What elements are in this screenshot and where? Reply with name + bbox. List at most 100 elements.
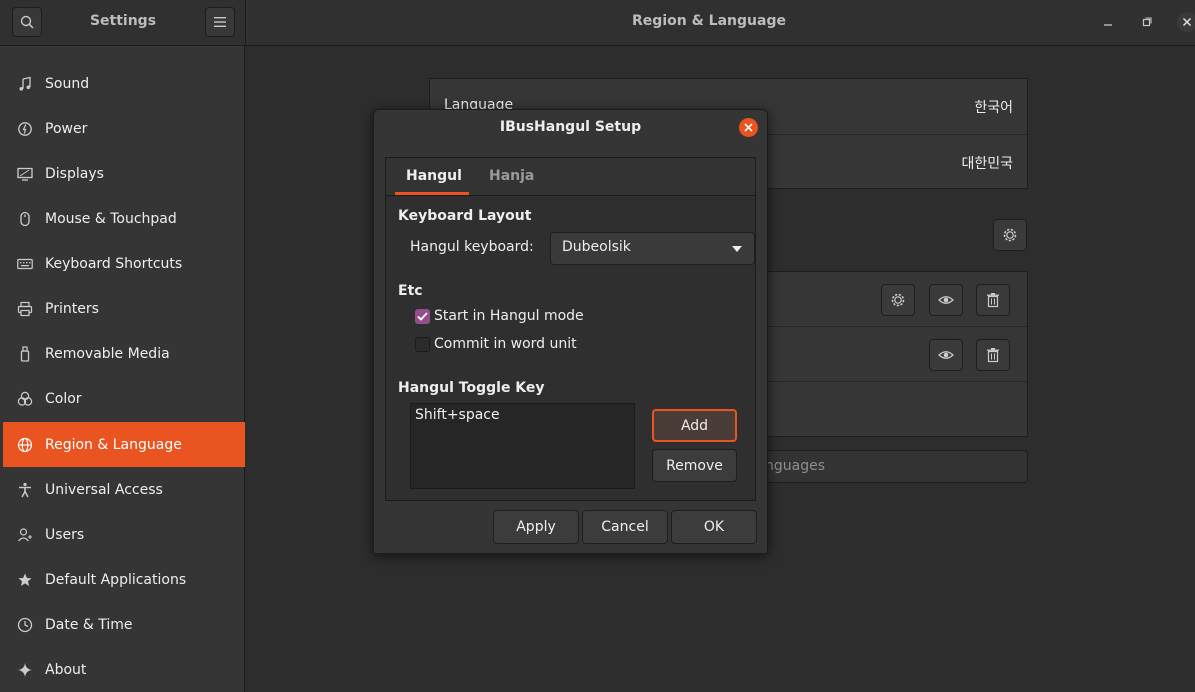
dialog-title: IBusHangul Setup [499,119,642,135]
hangul-toggle-key-heading: Hangul Toggle Key [398,380,545,396]
input-source-remove-button[interactable] [976,339,1010,371]
sidebar-item-default-applications[interactable]: Default Applications [3,557,245,602]
sidebar-item-label: Removable Media [45,345,170,362]
close-window-button[interactable] [1177,12,1195,32]
remove-toggle-key-button[interactable]: Remove [652,449,737,482]
sidebar-item-label: Displays [45,165,104,182]
hangul-keyboard-label: Hangul keyboard: [410,239,534,255]
start-in-hangul-mode-checkbox[interactable] [415,309,430,324]
sidebar-item-label: Universal Access [45,481,163,498]
search-button[interactable] [12,7,42,37]
input-source-preview-button[interactable] [929,339,963,371]
header-bar: Settings Region & Language [0,0,1195,46]
printer-icon [17,301,33,317]
sidebar-item-label: Date & Time [45,616,133,633]
trash-icon [987,348,999,363]
users-icon [17,527,33,543]
globe-icon [17,437,33,453]
ok-button[interactable]: OK [671,510,757,544]
sidebar-item-sound[interactable]: Sound [3,61,245,106]
sidebar-item-label: Mouse & Touchpad [45,210,177,227]
keyboard-icon [17,256,33,272]
input-source-remove-button[interactable] [976,284,1010,316]
app-title: Settings [89,13,157,29]
row-divider [751,381,1027,382]
manage-installed-languages-button[interactable]: nguages [751,450,1028,483]
sidebar: Sound Power Displays Mouse & Touchpad Ke… [0,46,245,692]
sidebar-item-label: About [45,661,87,678]
add-toggle-key-button[interactable]: Add [652,409,737,442]
tab-hanja[interactable]: Hanja [489,168,534,184]
sidebar-header: Settings [0,0,246,45]
active-tab-indicator [395,192,469,195]
minimize-button[interactable] [1098,12,1118,32]
etc-heading: Etc [398,283,423,299]
dialog-close-button[interactable] [739,118,758,137]
sidebar-item-displays[interactable]: Displays [3,151,245,196]
formats-value[interactable]: 대한민국 [961,153,1013,173]
keyboard-layout-heading: Keyboard Layout [398,208,532,224]
manage-languages-label: nguages [765,458,826,474]
accessibility-icon [17,482,33,498]
close-icon [744,123,753,132]
power-icon [17,121,33,137]
sidebar-item-label: Region & Language [45,436,182,453]
tab-bar: Hangul Hanja [386,158,755,196]
sparkle-icon [17,662,33,678]
input-sources-frame [751,271,1028,437]
commit-in-word-unit-label[interactable]: Commit in word unit [434,336,577,352]
music-note-icon [17,76,33,92]
sidebar-item-region-language[interactable]: Region & Language [3,422,245,467]
mouse-icon [17,211,33,227]
hangul-keyboard-dropdown[interactable]: Dubeolsik [550,232,755,265]
sidebar-item-label: Color [45,390,82,407]
input-source-settings-button[interactable] [881,284,915,316]
start-in-hangul-mode-label[interactable]: Start in Hangul mode [434,308,584,324]
apply-button[interactable]: Apply [493,510,579,544]
search-icon [20,15,34,29]
eye-icon [938,351,954,359]
minimize-icon [1104,24,1112,26]
sidebar-item-label: Default Applications [45,571,187,588]
row-divider [751,326,1027,327]
gear-icon [891,293,905,307]
panel-title: Region & Language [632,13,786,29]
toggle-key-list[interactable]: Shift+space [410,403,635,489]
trash-icon [987,293,999,308]
sidebar-item-removable-media[interactable]: Removable Media [3,331,245,376]
language-value[interactable]: 한국어 [974,97,1013,117]
color-icon [17,391,33,407]
commit-in-word-unit-checkbox[interactable] [415,337,430,352]
sidebar-item-label: Users [45,526,85,543]
display-icon [17,166,33,182]
usb-drive-icon [17,345,33,362]
dropdown-arrow-icon [732,246,742,252]
restore-icon [1142,17,1152,27]
eye-icon [938,296,954,304]
sidebar-item-power[interactable]: Power [3,106,245,151]
sidebar-item-mouse-touchpad[interactable]: Mouse & Touchpad [3,196,245,241]
sidebar-item-label: Printers [45,300,99,317]
close-icon [1182,17,1192,27]
gear-icon [1003,228,1017,242]
toggle-key-item[interactable]: Shift+space [415,407,500,423]
sidebar-item-users[interactable]: Users [3,512,245,557]
sidebar-item-keyboard-shortcuts[interactable]: Keyboard Shortcuts [3,241,245,286]
maximize-button[interactable] [1137,12,1157,32]
tab-hangul[interactable]: Hangul [406,168,462,184]
input-source-preview-button[interactable] [929,284,963,316]
sidebar-item-printers[interactable]: Printers [3,286,245,331]
sidebar-item-label: Keyboard Shortcuts [45,255,183,272]
input-sources-options-button[interactable] [993,219,1027,251]
sidebar-item-universal-access[interactable]: Universal Access [3,467,245,512]
sidebar-item-color[interactable]: Color [3,376,245,421]
ibus-hangul-setup-dialog: IBusHangul Setup Hangul Hanja Keyboard L… [373,109,768,554]
sidebar-item-label: Sound [45,75,90,92]
cancel-button[interactable]: Cancel [582,510,668,544]
hangul-keyboard-value: Dubeolsik [562,239,631,255]
star-icon [17,572,33,588]
sidebar-item-date-time[interactable]: Date & Time [3,602,245,647]
sidebar-item-about[interactable]: About [3,647,245,692]
hamburger-icon [214,17,226,27]
settings-notebook: Hangul Hanja Keyboard Layout Hangul keyb… [385,157,756,501]
